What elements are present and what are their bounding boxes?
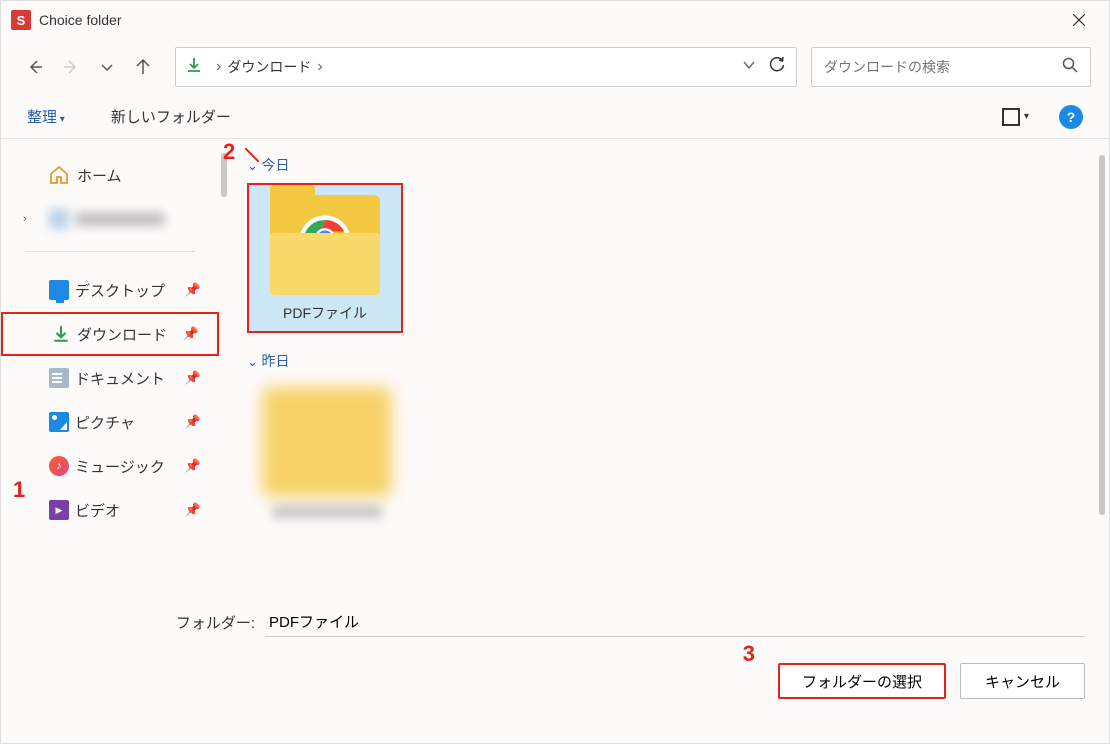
main-scrollbar[interactable] <box>1099 155 1105 515</box>
arrow-left-icon <box>27 59 43 75</box>
search-input[interactable] <box>824 59 1062 75</box>
view-mode-dropdown[interactable]: ▾ <box>1024 111 1029 122</box>
sidebar-item-label: デスクトップ <box>75 280 165 301</box>
app-icon: S <box>11 10 31 30</box>
sidebar-item-label: ピクチャ <box>75 412 135 433</box>
forward-button[interactable] <box>55 51 87 83</box>
pin-icon[interactable]: 📌 <box>185 414 201 430</box>
sidebar-item-music[interactable]: ♪ ミュージック 📌 <box>1 444 219 488</box>
new-folder-button[interactable]: 新しいフォルダー <box>111 106 231 127</box>
folder-name-input[interactable] <box>265 607 1085 637</box>
sidebar-item-label: ドキュメント <box>75 368 165 389</box>
folder-label: PDFファイル <box>249 303 401 323</box>
folder-icon <box>262 387 392 497</box>
path-dropdown[interactable] <box>742 58 756 77</box>
breadcrumb-sep: › <box>317 58 322 76</box>
pin-icon[interactable]: 📌 <box>185 370 201 386</box>
view-mode-icon[interactable] <box>1002 108 1020 126</box>
file-pane: 2 今日 PDFファイル 昨日 <box>219 139 1109 587</box>
sidebar-item-downloads[interactable]: ダウンロード 📌 <box>1 312 219 356</box>
sidebar: ホーム › デスクトップ 📌 ダウンロード 📌 ドキュメント 📌 ピクチャ 📌 <box>1 139 219 587</box>
pin-icon[interactable]: 📌 <box>185 458 201 474</box>
sidebar-item-documents[interactable]: ドキュメント 📌 <box>1 356 219 400</box>
pin-icon[interactable]: 📌 <box>185 282 201 298</box>
video-icon: ▶ <box>49 500 69 520</box>
search-icon[interactable] <box>1062 57 1078 78</box>
annotation-1: 1 <box>13 477 25 503</box>
group-today[interactable]: 今日 <box>247 155 1089 175</box>
window-title: Choice folder <box>39 12 1059 28</box>
sidebar-item-user[interactable]: › <box>1 197 219 241</box>
recent-button[interactable] <box>91 51 123 83</box>
chevron-right-icon: › <box>23 213 27 225</box>
desktop-icon <box>49 280 69 300</box>
search-box[interactable] <box>811 47 1091 87</box>
pin-icon[interactable]: 📌 <box>185 502 201 518</box>
folder-label <box>272 505 382 519</box>
refresh-button[interactable] <box>768 56 786 79</box>
folder-blurred[interactable] <box>247 379 407 527</box>
folder-field-label: フォルダー: <box>25 612 265 633</box>
annotation-2-pointer <box>245 148 259 162</box>
sidebar-item-desktop[interactable]: デスクトップ 📌 <box>1 268 219 312</box>
chevron-down-icon <box>99 59 115 75</box>
footer: フォルダー: 3 フォルダーの選択 キャンセル <box>1 587 1109 715</box>
close-button[interactable] <box>1059 5 1099 35</box>
music-icon: ♪ <box>49 456 69 476</box>
sidebar-item-label <box>75 212 165 226</box>
arrow-right-icon <box>63 59 79 75</box>
download-icon <box>186 57 202 78</box>
breadcrumb-box[interactable]: › ダウンロード › <box>175 47 797 87</box>
breadcrumb-sep: › <box>216 58 221 76</box>
document-icon <box>49 368 69 388</box>
title-bar: S Choice folder <box>1 1 1109 39</box>
sidebar-item-label: ビデオ <box>75 500 120 521</box>
sidebar-item-home[interactable]: ホーム <box>1 153 219 197</box>
annotation-2: 2 <box>223 139 235 165</box>
arrow-up-icon <box>135 59 151 75</box>
sidebar-divider <box>25 251 195 252</box>
nav-bar: › ダウンロード › <box>1 39 1109 95</box>
cancel-button[interactable]: キャンセル <box>960 663 1085 699</box>
sidebar-item-pictures[interactable]: ピクチャ 📌 <box>1 400 219 444</box>
folder-pdf[interactable]: PDFファイル <box>247 183 403 333</box>
home-icon <box>49 165 69 185</box>
group-yesterday[interactable]: 昨日 <box>247 351 1089 371</box>
sidebar-item-videos[interactable]: ▶ ビデオ 📌 <box>1 488 219 532</box>
sidebar-item-label: ダウンロード <box>77 324 167 345</box>
breadcrumb-item[interactable]: ダウンロード <box>227 57 311 77</box>
user-icon <box>49 209 69 229</box>
up-button[interactable] <box>127 51 159 83</box>
pictures-icon <box>49 412 69 432</box>
back-button[interactable] <box>19 51 51 83</box>
help-button[interactable]: ? <box>1059 105 1083 129</box>
pin-icon[interactable]: 📌 <box>183 326 199 342</box>
download-icon <box>51 324 71 344</box>
sidebar-item-label: ホーム <box>77 165 122 186</box>
sidebar-item-label: ミュージック <box>75 456 165 477</box>
select-folder-button[interactable]: フォルダーの選択 <box>778 663 946 699</box>
organize-menu[interactable]: 整理 <box>27 106 65 127</box>
toolbar: 整理 新しいフォルダー ▾ ? <box>1 95 1109 139</box>
folder-icon <box>265 195 385 295</box>
close-icon <box>1073 14 1085 26</box>
annotation-3: 3 <box>743 641 755 667</box>
